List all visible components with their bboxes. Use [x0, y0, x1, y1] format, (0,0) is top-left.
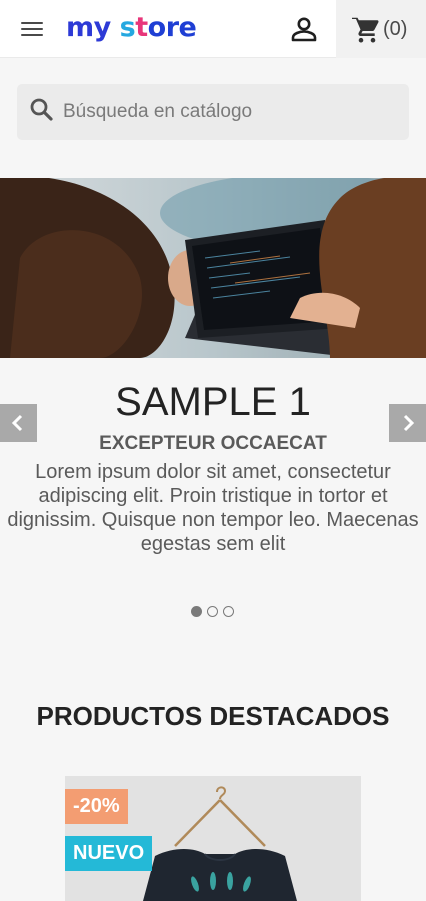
new-badge: NUEVO: [65, 836, 153, 871]
site-header: my store (0): [0, 0, 426, 58]
search-icon[interactable]: [29, 97, 55, 123]
carousel-dot-2[interactable]: [207, 606, 218, 617]
search-bar: [17, 84, 409, 140]
store-logo[interactable]: my store: [66, 10, 197, 46]
carousel-dot-3[interactable]: [223, 606, 234, 617]
user-icon[interactable]: [289, 16, 319, 42]
product-card[interactable]: -20% NUEVO: [65, 776, 361, 901]
slide-subtitle: EXCEPTEUR OCCAECAT: [99, 433, 327, 454]
featured-products-title: PRODUCTOS DESTACADOS: [36, 701, 390, 731]
search-input[interactable]: [63, 93, 393, 131]
discount-badge: -20%: [65, 789, 128, 824]
hamburger-icon[interactable]: [20, 20, 44, 38]
cart-icon: [352, 17, 379, 43]
cart-button[interactable]: (0): [336, 0, 426, 58]
carousel-dot-1[interactable]: [191, 606, 202, 617]
cart-count: (0): [383, 18, 408, 40]
slide-description: Lorem ipsum dolor sit amet, consectetur …: [7, 461, 419, 555]
carousel-caption: SAMPLE 1 EXCEPTEUR OCCAECAT Lorem ipsum …: [0, 376, 426, 556]
slide-title: SAMPLE 1: [115, 380, 311, 424]
carousel-image[interactable]: [0, 178, 426, 358]
